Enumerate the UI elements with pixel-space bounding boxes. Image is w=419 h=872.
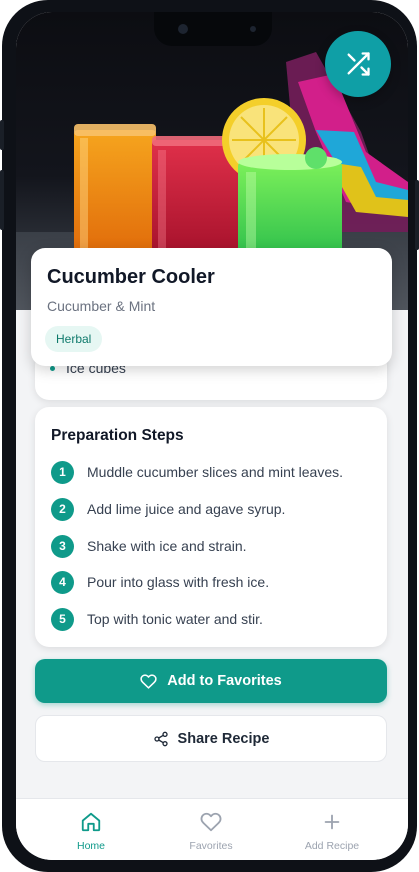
heart-icon	[140, 673, 157, 689]
share-recipe-label: Share Recipe	[177, 730, 270, 747]
step-item: 1 Muddle cucumber slices and mint leaves…	[51, 459, 381, 485]
recipe-title-card: Cucumber Cooler Cucumber & Mint Herbal	[31, 248, 392, 366]
shuffle-recipe-button[interactable]	[325, 31, 391, 97]
phone-frame: Ice cubes Cucumber Cooler Cucumber & Min…	[0, 0, 419, 872]
step-text: Muddle cucumber slices and mint leaves.	[87, 464, 344, 480]
step-text: Top with tonic water and stir.	[87, 611, 263, 627]
plus-icon	[324, 814, 340, 830]
step-number: 4	[51, 570, 74, 594]
app-screen: Ice cubes Cucumber Cooler Cucumber & Min…	[16, 12, 408, 860]
preparation-steps-card: Preparation Steps 1 Muddle cucumber slic…	[35, 407, 387, 647]
step-text: Shake with ice and strain.	[87, 538, 247, 554]
step-item: 2 Add lime juice and agave syrup.	[51, 496, 381, 522]
add-to-favorites-label: Add to Favorites	[167, 673, 282, 689]
recipe-subtitle: Cucumber & Mint	[47, 298, 156, 314]
nav-add-recipe[interactable]: Add Recipe	[277, 811, 387, 852]
step-number: 2	[51, 497, 74, 521]
phone-side-button	[0, 170, 4, 230]
nav-add-recipe-label: Add Recipe	[304, 840, 360, 852]
bullet-icon	[50, 366, 55, 371]
front-camera	[178, 24, 188, 34]
proximity-sensor	[250, 26, 256, 32]
add-to-favorites-button[interactable]: Add to Favorites	[35, 659, 387, 703]
shuffle-icon	[347, 52, 370, 76]
bottom-navigation: Home Favorites Add Recipe	[16, 798, 408, 860]
step-item: 5 Top with tonic water and stir.	[51, 606, 381, 632]
step-number: 1	[51, 460, 74, 484]
nav-favorites[interactable]: Favorites	[156, 811, 266, 852]
section-heading: Preparation Steps	[51, 427, 184, 444]
heart-icon	[200, 812, 222, 832]
recipe-title: Cucumber Cooler	[47, 266, 215, 288]
nav-home-label: Home	[76, 840, 105, 852]
phone-side-button	[415, 180, 419, 250]
step-item: 4 Pour into glass with fresh ice.	[51, 569, 381, 595]
phone-side-button	[0, 120, 4, 150]
step-text: Add lime juice and agave syrup.	[87, 501, 286, 517]
step-number: 3	[51, 534, 74, 558]
share-icon	[153, 731, 168, 746]
nav-home[interactable]: Home	[36, 811, 146, 852]
step-text: Pour into glass with fresh ice.	[87, 574, 270, 590]
nav-favorites-label: Favorites	[189, 840, 233, 852]
home-icon	[81, 812, 101, 832]
category-tag: Herbal	[45, 326, 103, 352]
step-number: 5	[51, 607, 74, 631]
step-item: 3 Shake with ice and strain.	[51, 533, 381, 559]
camera-notch	[154, 12, 272, 46]
share-recipe-button[interactable]: Share Recipe	[35, 715, 387, 762]
